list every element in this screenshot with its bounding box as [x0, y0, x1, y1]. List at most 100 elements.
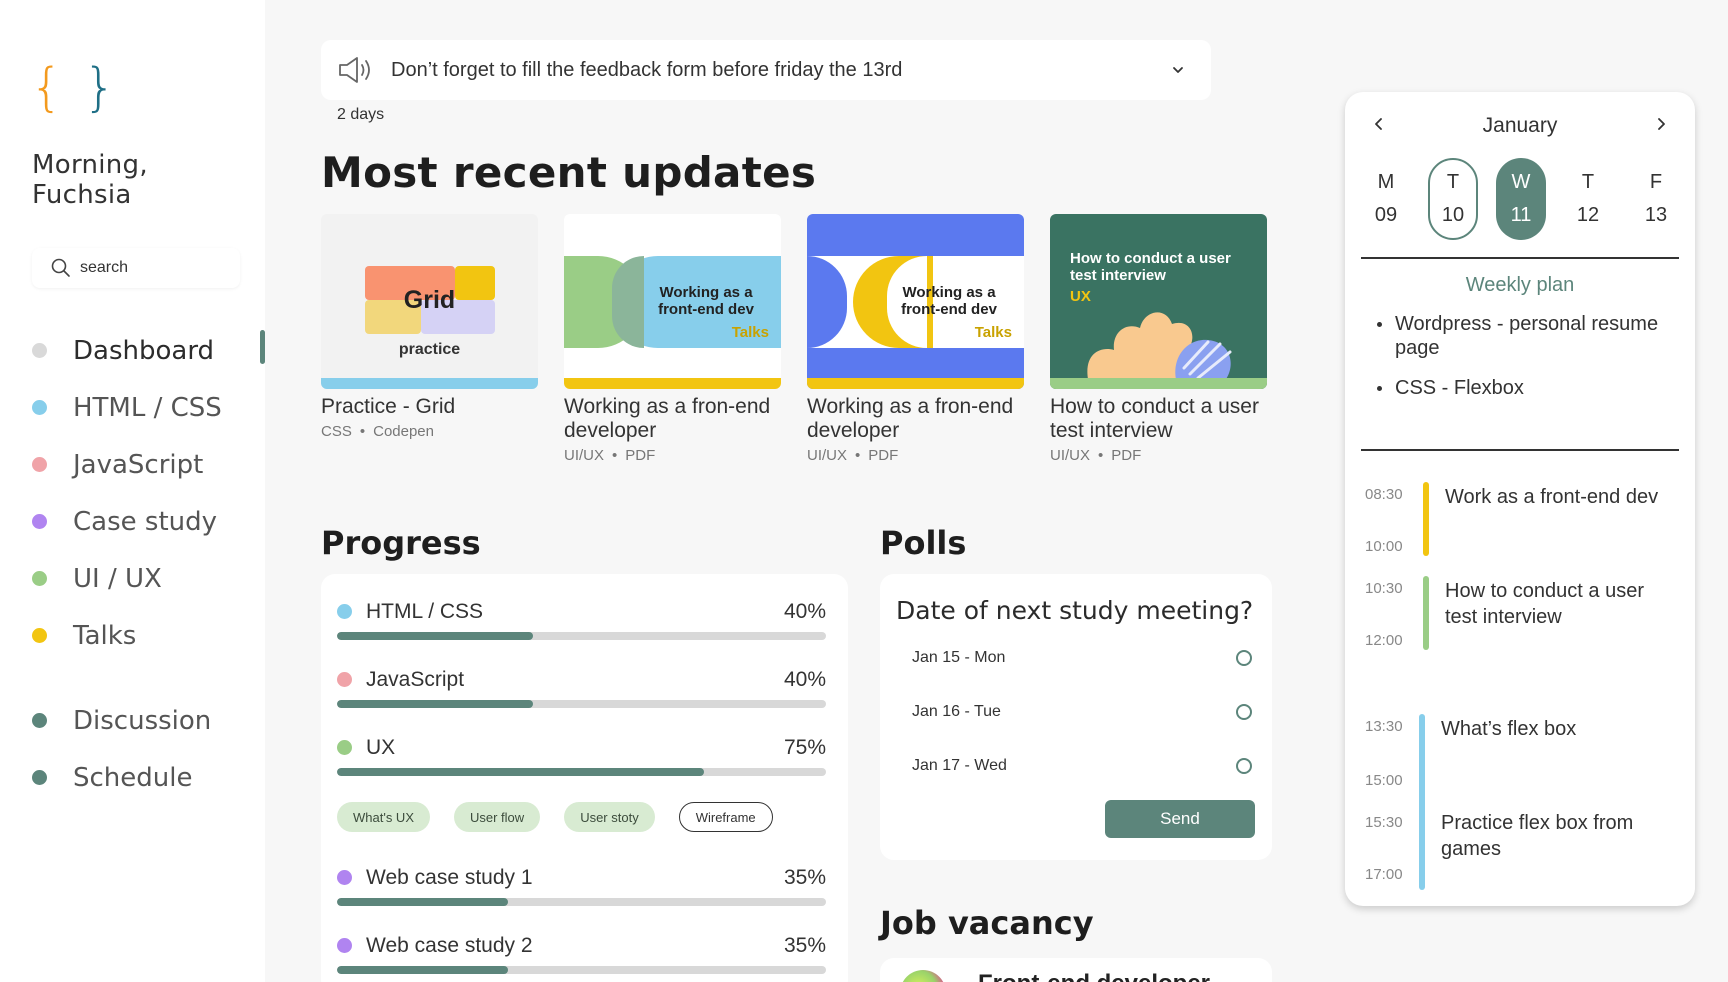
progress-item[interactable]: JavaScript 40%: [321, 642, 848, 710]
day-number: 12: [1576, 204, 1600, 226]
day-fri[interactable]: F 13: [1631, 158, 1681, 240]
event-end-time: 12:00: [1365, 632, 1403, 649]
progress-panel: HTML / CSS 40% JavaScript 40% UX 75% Wha…: [321, 574, 848, 982]
nav-item-javascript[interactable]: JavaScript: [32, 436, 265, 493]
updates-title: Most recent updates: [321, 148, 817, 197]
announcement-bar: Don’t forget to fill the feedback form b…: [321, 40, 1211, 123]
calendar-header: January: [1345, 110, 1695, 140]
search-input[interactable]: search: [32, 248, 240, 288]
card-type: PDF: [868, 447, 899, 464]
radio-button[interactable]: [1236, 758, 1252, 774]
thumb-title: Working as a front-end dev: [658, 284, 754, 318]
nav-label: JavaScript: [73, 449, 204, 480]
day-number: 10: [1441, 204, 1465, 226]
card-thumbnail: Working as a front-end dev Talks: [564, 214, 781, 389]
update-card[interactable]: Working as a front-end dev Talks Working…: [564, 214, 781, 464]
greeting-line: Morning,: [32, 150, 148, 180]
jobs-title: Job vacancy: [880, 904, 1094, 942]
day-wed[interactable]: W 11: [1496, 158, 1546, 240]
calendar-panel: January M 09 T 10 W 11 T 12 F 13 Weekly …: [1345, 92, 1695, 906]
update-card[interactable]: Grid practice Practice - Grid CSS • Codepe…: [321, 214, 538, 464]
nav-item-case-study[interactable]: Case study: [32, 493, 265, 550]
event-title[interactable]: What’s flex box: [1441, 716, 1671, 742]
progress-item[interactable]: HTML / CSS 40%: [321, 574, 848, 642]
thumb-illustration: [1087, 312, 1232, 380]
radio-button[interactable]: [1236, 704, 1252, 720]
day-of-week: W: [1511, 171, 1531, 193]
weekly-plan-title: Weekly plan: [1465, 274, 1575, 296]
day-mon[interactable]: M 09: [1361, 158, 1411, 240]
logo-brace-left: {: [30, 58, 66, 118]
divider: [1361, 449, 1679, 451]
card-meta: CSS • Codepen: [321, 423, 434, 440]
job-card[interactable]: Front-end developer: [880, 958, 1272, 982]
progress-item[interactable]: UX 75%: [321, 710, 848, 778]
progress-item[interactable]: Web case study 2 35%: [321, 908, 848, 976]
poll-option[interactable]: Jan 15 - Mon: [912, 646, 1252, 670]
event-bar: [1423, 482, 1429, 556]
radio-button[interactable]: [1236, 650, 1252, 666]
tag-user-flow[interactable]: User flow: [454, 802, 541, 832]
weekly-plan-item[interactable]: Wordpress - personal resume page: [1377, 312, 1667, 360]
week-days: M 09 T 10 W 11 T 12 F 13: [1361, 158, 1681, 240]
tag-user-story[interactable]: User stoty: [564, 802, 655, 832]
poll-option-label: Jan 17 - Wed: [912, 757, 1007, 774]
event-title[interactable]: Work as a front-end dev: [1445, 484, 1675, 510]
divider: [1361, 257, 1679, 259]
nav-item-ui-ux[interactable]: UI / UX: [32, 550, 265, 607]
day-of-week: F: [1649, 171, 1663, 193]
weekly-plan-item[interactable]: CSS - Flexbox: [1377, 376, 1667, 400]
poll-option[interactable]: Jan 17 - Wed: [912, 754, 1252, 778]
progress-track: [337, 768, 826, 776]
progress-label: HTML / CSS: [366, 600, 484, 623]
card-thumbnail: Working as a front-end dev Talks: [807, 214, 1024, 389]
chevron-right-icon[interactable]: [1653, 116, 1669, 132]
secondary-nav: Discussion Schedule: [32, 692, 211, 806]
progress-percent: 75%: [783, 736, 826, 759]
tag-whats-ux[interactable]: What's UX: [337, 802, 430, 832]
event-start-time: 13:30: [1365, 718, 1403, 735]
calendar-month: January: [1482, 114, 1558, 137]
nav-item-discussion[interactable]: Discussion: [32, 692, 211, 749]
progress-item[interactable]: Web case study 1 35%: [321, 840, 848, 908]
progress-title: Progress: [321, 524, 481, 562]
ux-topic-tags: What's UX User flow User stoty Wireframe: [337, 802, 773, 832]
progress-label: Web case study 1: [366, 866, 533, 889]
event-title[interactable]: Practice flex box from games: [1441, 810, 1671, 862]
event-start-time: 10:30: [1365, 580, 1403, 597]
nav-item-dashboard[interactable]: Dashboard: [32, 322, 265, 379]
poll-option[interactable]: Jan 16 - Tue: [912, 700, 1252, 724]
chevron-down-icon[interactable]: [1171, 63, 1185, 77]
event-title[interactable]: How to conduct a user test interview: [1445, 578, 1675, 630]
progress-label: UX: [366, 736, 396, 759]
progress-percent: 40%: [783, 600, 826, 623]
progress-fill: [337, 768, 704, 776]
nav-item-schedule[interactable]: Schedule: [32, 749, 211, 806]
nav-dot: [32, 628, 47, 643]
update-card[interactable]: How to conduct a user test interview UX …: [1050, 214, 1267, 464]
tag-wireframe[interactable]: Wireframe: [678, 802, 773, 832]
nav-item-talks[interactable]: Talks: [32, 607, 265, 664]
weekly-plan-list: Wordpress - personal resume page CSS - F…: [1377, 312, 1667, 416]
nav-label: Dashboard: [73, 335, 215, 366]
day-thu[interactable]: T 12: [1563, 158, 1613, 240]
thumb-subtitle: practice: [398, 341, 461, 358]
day-number: 09: [1374, 204, 1398, 226]
card-title: Practice - Grid: [321, 395, 456, 418]
app-logo[interactable]: {}: [30, 62, 118, 114]
card-meta: UI/UX • PDF: [1050, 447, 1142, 464]
progress-dot: [337, 604, 352, 619]
send-button[interactable]: Send: [1105, 800, 1255, 838]
update-card[interactable]: Working as a front-end dev Talks Working…: [807, 214, 1024, 464]
day-of-week: T: [1446, 171, 1460, 193]
card-category: UI/UX: [564, 447, 605, 464]
active-indicator: [260, 330, 265, 364]
nav-item-html-css[interactable]: HTML / CSS: [32, 379, 265, 436]
nav-dot: [32, 713, 47, 728]
event-start-time: 08:30: [1365, 486, 1403, 503]
nav-label: Discussion: [73, 705, 212, 736]
progress-track: [337, 632, 826, 640]
card-title: Working as a fron-end developer: [807, 395, 1014, 442]
speaker-icon: [339, 57, 370, 83]
day-tue[interactable]: T 10: [1428, 158, 1478, 240]
